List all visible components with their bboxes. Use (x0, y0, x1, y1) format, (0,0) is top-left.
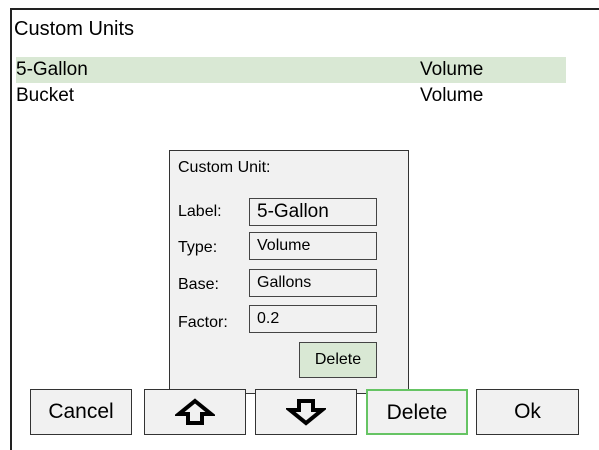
units-list: 5-Gallon Volume Bucket Volume (16, 57, 566, 109)
type-caption: Type: (178, 239, 218, 256)
unit-row[interactable]: 5-Gallon Volume (16, 57, 566, 83)
label-caption: Label: (178, 203, 222, 220)
base-field[interactable]: Gallons (249, 269, 377, 297)
type-field[interactable]: Volume (249, 232, 377, 260)
factor-field[interactable]: 0.2 (249, 305, 377, 333)
unit-type: Volume (420, 85, 484, 106)
unit-row[interactable]: Bucket Volume (16, 83, 566, 109)
ok-button[interactable]: Ok (476, 389, 579, 435)
arrow-down-icon (286, 399, 326, 426)
unit-name: 5-Gallon (16, 59, 88, 80)
cancel-button[interactable]: Cancel (30, 389, 132, 435)
custom-unit-dialog: Custom Unit: Label: 5-Gallon Type: Volum… (169, 150, 409, 394)
screen-title: Custom Units (14, 18, 135, 40)
label-field[interactable]: 5-Gallon (249, 198, 377, 226)
arrow-up-icon (175, 398, 215, 425)
delete-button[interactable]: Delete (366, 389, 468, 435)
move-up-button[interactable] (144, 389, 246, 435)
dialog-title: Custom Unit: (178, 159, 271, 176)
unit-type: Volume (420, 59, 484, 80)
unit-name: Bucket (16, 85, 75, 106)
dialog-delete-button[interactable]: Delete (299, 342, 377, 378)
base-caption: Base: (178, 276, 219, 293)
move-down-button[interactable] (255, 389, 357, 435)
factor-caption: Factor: (178, 314, 228, 331)
